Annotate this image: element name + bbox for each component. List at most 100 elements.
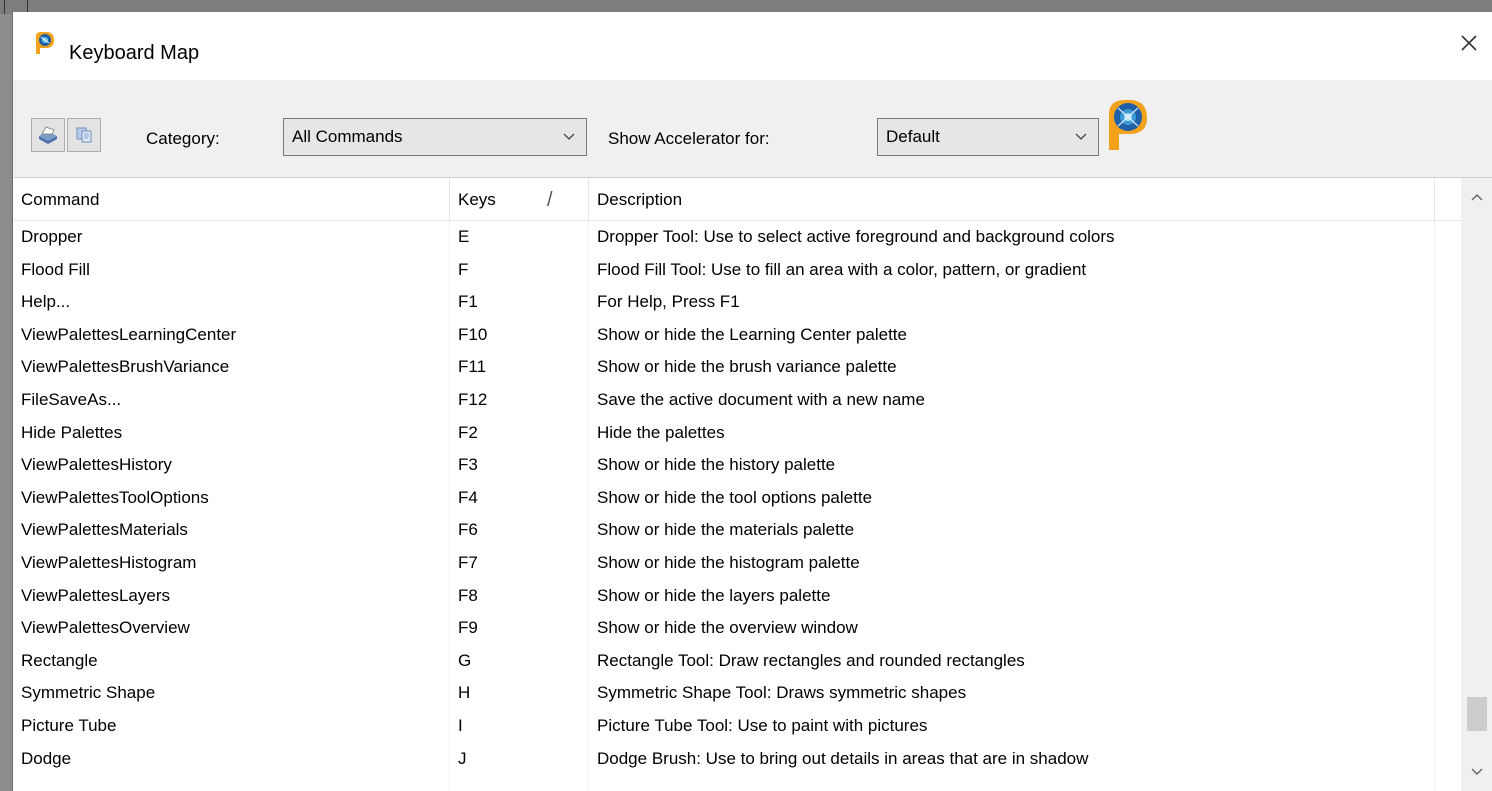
column-header-description[interactable]: Description: [589, 178, 1435, 220]
sort-indicator-icon: /: [547, 189, 553, 211]
column-header-command[interactable]: Command: [13, 178, 450, 220]
description-cell: Dodge Brush: Use to bring out details in…: [597, 748, 1089, 768]
category-label: Category:: [146, 129, 220, 148]
command-cell: FileSaveAs...: [21, 389, 122, 409]
description-cell: Symmetric Shape Tool: Draws symmetric sh…: [597, 683, 967, 703]
keys-cell: F4: [458, 487, 478, 507]
command-cell: ViewPalettesMaterials: [21, 520, 188, 540]
command-cell: Picture Tube: [21, 715, 117, 735]
keys-cell: F2: [458, 422, 478, 442]
command-cell: Rectangle: [21, 650, 98, 670]
command-cell: ViewPalettesLearningCenter: [21, 324, 237, 344]
description-cell: Rectangle Tool: Draw rectangles and roun…: [597, 650, 1025, 670]
chevron-down-icon: [562, 119, 576, 155]
command-cell: ViewPalettesToolOptions: [21, 487, 209, 507]
chevron-up-icon: [1471, 194, 1483, 201]
description-cell: Show or hide the layers palette: [597, 585, 831, 605]
description-cell: Show or hide the histogram palette: [597, 552, 860, 572]
description-cell: Hide the palettes: [597, 422, 725, 442]
title-bar: Keyboard Map: [13, 12, 1492, 80]
description-cell: Flood Fill Tool: Use to fill an area wit…: [597, 259, 1087, 279]
keys-cell: F3: [458, 455, 478, 475]
description-cell: Show or hide the Learning Center palette: [597, 324, 907, 344]
column-header-keys[interactable]: Keys /: [450, 178, 589, 220]
print-button[interactable]: [31, 118, 65, 152]
list-rows: Dropper E Dropper Tool: Use to select acti…: [13, 221, 1461, 775]
table-row[interactable]: ViewPalettesLearningCenter F10 Show or hid…: [13, 319, 1461, 352]
keys-cell: F11: [458, 357, 487, 377]
command-cell: Dodge: [21, 748, 72, 768]
table-row[interactable]: Dropper E Dropper Tool: Use to select acti…: [13, 221, 1461, 254]
table-row[interactable]: ViewPalettesHistory F3 Show or hide the hi…: [13, 449, 1461, 482]
dialog-title: Keyboard Map: [69, 42, 200, 64]
table-row[interactable]: Dodge J Dodge Brush: Use to bring out deta…: [13, 743, 1461, 776]
keys-cell: E: [458, 227, 470, 246]
close-button[interactable]: [1446, 24, 1492, 62]
command-cell: ViewPalettesLayers: [21, 585, 170, 605]
table-row[interactable]: ViewPalettesBrushVariance F11 Show or hide…: [13, 351, 1461, 384]
category-select-value: All Commands: [292, 127, 403, 146]
keys-cell: F10: [458, 324, 488, 344]
chevron-down-icon: [1471, 768, 1483, 775]
description-cell: Picture Tube Tool: Use to paint with pic…: [597, 715, 928, 735]
accelerator-select-value: Default: [886, 127, 940, 146]
command-cell: ViewPalettesOverview: [21, 618, 190, 638]
description-cell: Dropper Tool: Use to select active foreg…: [597, 227, 1115, 246]
description-cell: Show or hide the brush variance palette: [597, 357, 897, 377]
keyboard-map-dialog: Keyboard Map Category: All Commands Show…: [12, 12, 1492, 791]
table-row[interactable]: ViewPalettesHistogram F7 Show or hide the …: [13, 547, 1461, 580]
command-cell: ViewPalettesBrushVariance: [21, 357, 230, 377]
keys-cell: F12: [458, 389, 488, 409]
toolbar: Category: All Commands Show Accelerator …: [13, 80, 1492, 178]
description-cell: For Help, Press F1: [597, 292, 740, 312]
keys-cell: F9: [458, 618, 478, 638]
table-row[interactable]: FileSaveAs... F12 Save the active document…: [13, 384, 1461, 417]
chevron-down-icon: [1074, 119, 1088, 155]
accelerator-label: Show Accelerator for:: [608, 129, 770, 148]
description-cell: Save the active document with a new name: [597, 389, 925, 409]
table-row[interactable]: ViewPalettesToolOptions F4 Show or hide th…: [13, 482, 1461, 515]
table-row[interactable]: ViewPalettesOverview F9 Show or hide the o…: [13, 612, 1461, 645]
command-cell: Flood Fill: [21, 259, 90, 279]
command-cell: Dropper: [21, 227, 83, 246]
command-cell: Symmetric Shape: [21, 683, 156, 703]
scrollbar-thumb[interactable]: [1467, 697, 1487, 731]
command-cell: Help...: [21, 292, 71, 312]
print-icon: [39, 126, 57, 144]
keys-cell: F7: [458, 552, 478, 572]
app-logo-icon: [36, 32, 54, 54]
keys-cell: F6: [458, 520, 478, 540]
category-select[interactable]: All Commands: [283, 118, 587, 156]
keys-cell: H: [458, 683, 471, 703]
keyboard-map-list[interactable]: Command Keys / Description Dropper E Dropp…: [13, 178, 1461, 791]
table-row[interactable]: Help... F1 For Help, Press F1: [13, 286, 1461, 319]
command-cell: Hide Palettes: [21, 422, 123, 442]
table-row[interactable]: ViewPalettesLayers F8 Show or hide the lay…: [13, 580, 1461, 613]
vertical-scrollbar[interactable]: [1461, 178, 1492, 791]
accelerator-select[interactable]: Default: [877, 118, 1099, 156]
scroll-down-button[interactable]: [1461, 753, 1492, 791]
description-cell: Show or hide the materials palette: [597, 520, 855, 540]
keys-cell: F8: [458, 585, 478, 605]
description-cell: Show or hide the tool options palette: [597, 487, 873, 507]
description-cell: Show or hide the history palette: [597, 455, 836, 475]
close-icon: [1461, 35, 1477, 51]
table-row[interactable]: ViewPalettesMaterials F6 Show or hide the …: [13, 514, 1461, 547]
command-cell: ViewPalettesHistogram: [21, 552, 197, 572]
copy-button[interactable]: [67, 118, 101, 152]
table-row[interactable]: Rectangle G Rectangle Tool: Draw rectangle…: [13, 645, 1461, 678]
app-logo-icon: [1109, 100, 1147, 150]
list-header: Command Keys / Description: [13, 178, 1461, 221]
table-row[interactable]: Symmetric Shape H Symmetric Shape Tool: Dr…: [13, 677, 1461, 710]
command-cell: ViewPalettesHistory: [21, 455, 172, 475]
copy-icon: [76, 127, 92, 143]
table-row[interactable]: Picture Tube I Picture Tube Tool: Use to p…: [13, 710, 1461, 743]
description-cell: Show or hide the overview window: [597, 618, 858, 638]
scroll-up-button[interactable]: [1461, 178, 1492, 216]
table-row[interactable]: Hide Palettes F2 Hide the palettes: [13, 417, 1461, 450]
keys-cell: F1: [458, 292, 478, 312]
keys-cell: I: [458, 715, 463, 735]
table-row[interactable]: Flood Fill F Flood Fill Tool: Use to fill …: [13, 254, 1461, 287]
keys-cell: F: [458, 259, 469, 279]
keys-cell: J: [458, 748, 467, 768]
